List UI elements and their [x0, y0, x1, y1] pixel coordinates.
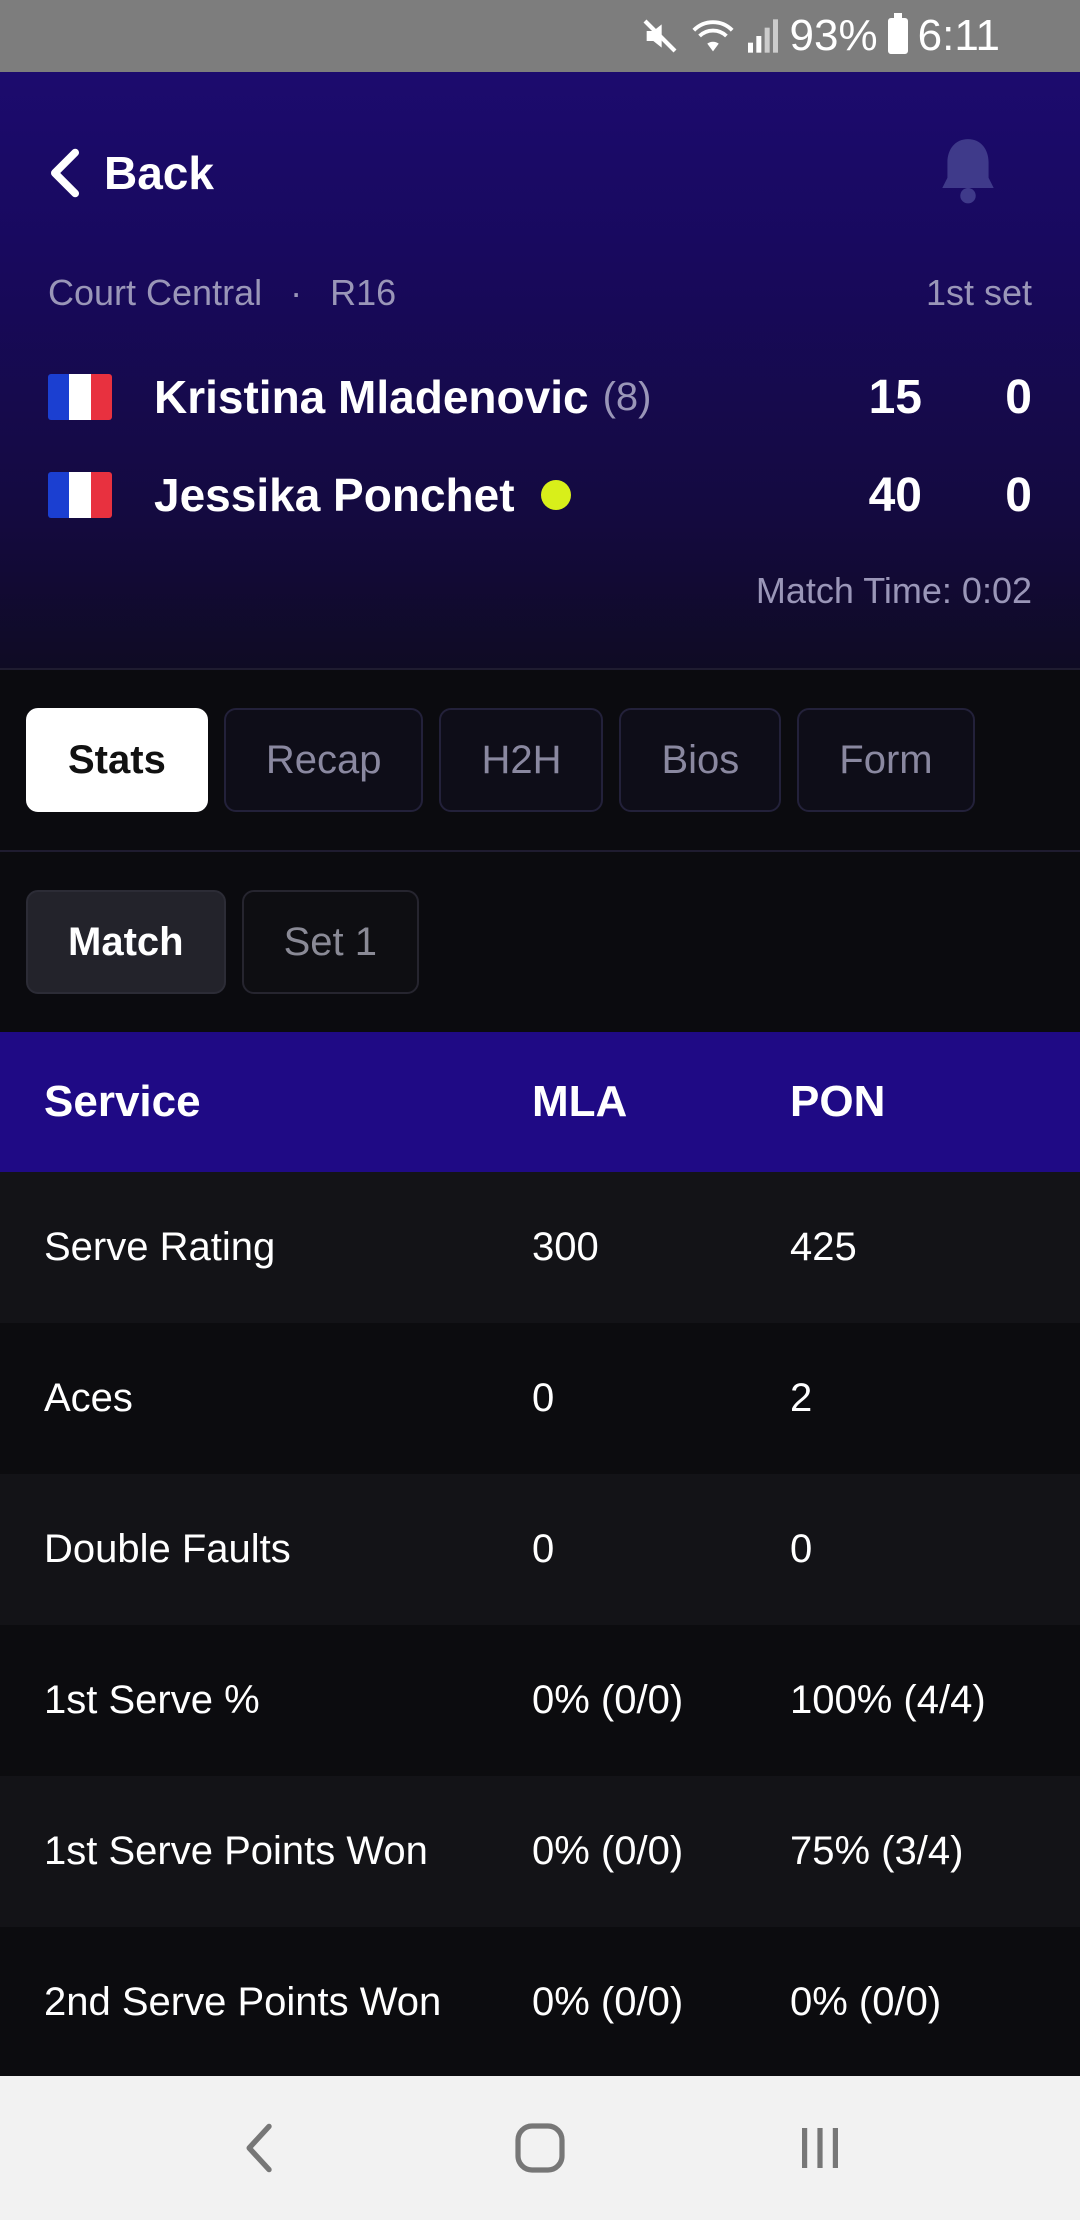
- stat-label: 1st Serve Points Won: [44, 1829, 428, 1873]
- service-stats-table: Service MLA PON Serve Rating 300 425 Ace…: [0, 1032, 1080, 2078]
- battery-percent: 93%: [789, 11, 878, 60]
- player-set-score: 0: [1005, 468, 1032, 522]
- serving-indicator-icon: [540, 480, 571, 510]
- player-set-score: 0: [1005, 370, 1032, 424]
- tab-recap[interactable]: Recap: [223, 708, 424, 812]
- match-time: Match Time: 0:02: [755, 570, 1032, 611]
- player-row-1: Kristina Mladenovic (8) 15 0: [48, 362, 1032, 432]
- column-header-player-1: MLA: [532, 1077, 628, 1126]
- main-tabs: Stats Recap H2H Bios Form: [26, 708, 975, 812]
- divider: [0, 850, 1080, 852]
- table-row: Serve Rating 300 425: [0, 1172, 1080, 1323]
- stat-value-player-2: 75% (3/4): [790, 1829, 964, 1873]
- table-row: 2nd Serve Points Won 0% (0/0) 0% (0/0): [0, 1927, 1080, 2078]
- status-bar: 93% 6:11: [0, 0, 1080, 72]
- stat-value-player-2: 2: [790, 1376, 813, 1420]
- back-button[interactable]: Back: [48, 138, 214, 208]
- meta-separator: ·: [290, 272, 303, 313]
- stat-value-player-1: 0: [532, 1527, 555, 1571]
- player-seed: (8): [602, 374, 652, 419]
- tab-form[interactable]: Form: [797, 708, 975, 812]
- clock: 6:11: [917, 11, 1000, 60]
- stat-value-player-1: 0: [532, 1376, 555, 1420]
- stat-value-player-2: 100% (4/4): [790, 1678, 986, 1722]
- round-label: R16: [330, 272, 397, 313]
- table-row: 1st Serve % 0% (0/0) 100% (4/4): [0, 1625, 1080, 1776]
- player-name: Kristina Mladenovic: [154, 371, 589, 423]
- stat-value-player-1: 0% (0/0): [532, 1829, 684, 1873]
- stat-value-player-1: 0% (0/0): [532, 1678, 684, 1722]
- tab-h2h[interactable]: H2H: [439, 708, 604, 812]
- column-header-stat: Service: [44, 1077, 201, 1126]
- table-row: Aces 0 2: [0, 1323, 1080, 1474]
- stat-value-player-2: 0: [790, 1527, 813, 1571]
- back-label: Back: [104, 147, 214, 199]
- set-label: 1st set: [925, 272, 1032, 313]
- stat-label: 2nd Serve Points Won: [44, 1980, 442, 2024]
- tab-stats[interactable]: Stats: [26, 708, 208, 812]
- nav-recents-icon[interactable]: [780, 2108, 860, 2188]
- table-body: Serve Rating 300 425 Aces 0 2 Double Fau…: [0, 1172, 1080, 2078]
- france-flag-icon: [48, 374, 112, 420]
- chevron-left-icon: [50, 148, 80, 198]
- france-flag-icon: [48, 472, 112, 518]
- nav-back-icon[interactable]: [220, 2108, 300, 2188]
- player-row-2: Jessika Ponchet 40 0: [48, 460, 1032, 530]
- stat-label: Aces: [44, 1376, 133, 1420]
- court-name: Court Central: [48, 272, 263, 313]
- match-meta: Court Central · R16 1st set: [48, 272, 1032, 322]
- table-row: 1st Serve Points Won 0% (0/0) 75% (3/4): [0, 1776, 1080, 1927]
- stat-value-player-2: 425: [790, 1225, 857, 1269]
- stat-label: Double Faults: [44, 1527, 291, 1571]
- player-points: 40: [868, 468, 922, 522]
- column-header-player-2: PON: [790, 1077, 886, 1126]
- stat-value-player-1: 300: [532, 1225, 599, 1269]
- table-row: Double Faults 0 0: [0, 1474, 1080, 1625]
- match-header: Back Court Central · R16 1st set Kristin…: [0, 72, 1080, 668]
- system-nav-bar: [0, 2076, 1080, 2220]
- subtab-match[interactable]: Match: [26, 890, 226, 994]
- stat-label: 1st Serve %: [44, 1678, 260, 1722]
- nav-home-icon[interactable]: [500, 2108, 580, 2188]
- stat-label: Serve Rating: [44, 1225, 276, 1269]
- subtab-set-1[interactable]: Set 1: [241, 890, 419, 994]
- sub-tabs: Match Set 1: [26, 890, 419, 994]
- mute-icon: [640, 16, 680, 56]
- battery-icon: [887, 13, 908, 54]
- player-points: 15: [868, 370, 922, 424]
- stat-value-player-2: 0% (0/0): [790, 1980, 942, 2024]
- wifi-icon: [690, 16, 736, 56]
- stat-value-player-1: 0% (0/0): [532, 1980, 684, 2024]
- player-name: Jessika Ponchet: [154, 469, 515, 521]
- divider: [0, 668, 1080, 670]
- bell-icon[interactable]: [936, 134, 1000, 206]
- table-header: Service MLA PON: [0, 1032, 1080, 1172]
- signal-icon: [746, 16, 780, 56]
- tab-bios[interactable]: Bios: [619, 708, 782, 812]
